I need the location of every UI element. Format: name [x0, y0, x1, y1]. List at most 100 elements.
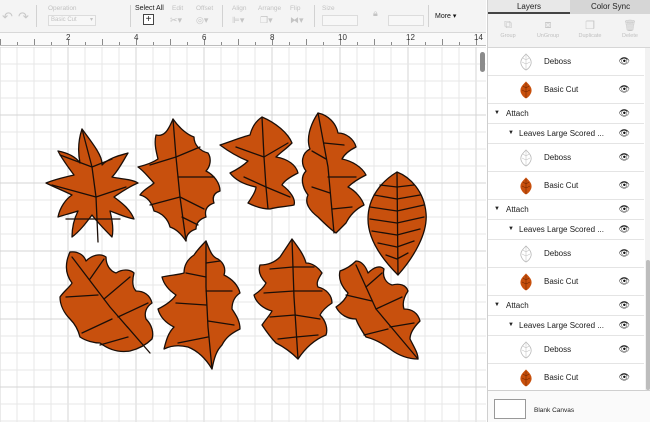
- ruler-label: 12: [406, 33, 415, 42]
- ruler-tick: [102, 39, 103, 45]
- arrange-icon[interactable]: ❐▾: [260, 15, 273, 26]
- layer-attach-row[interactable]: ▼ Attach 👁︎: [488, 104, 644, 124]
- layer-label: Deboss: [544, 57, 572, 66]
- caret-down-icon[interactable]: ▼: [494, 110, 500, 116]
- visibility-eye-icon[interactable]: 👁︎: [619, 300, 630, 311]
- layer-item-row[interactable]: Deboss 👁︎: [488, 336, 644, 364]
- visibility-eye-icon[interactable]: 👁︎: [619, 180, 630, 191]
- caret-down-icon[interactable]: ▼: [508, 130, 514, 136]
- oak-leaf-7[interactable]: [253, 238, 333, 360]
- edit-toolbar: ↶ ↷ Operation Basic Cut ▾ Select All + E…: [0, 0, 486, 33]
- ruler-tick: [391, 42, 392, 45]
- ruler-label: 14: [474, 33, 483, 42]
- leaf-cut-thumbnail: [520, 81, 532, 99]
- layer-group-row[interactable]: ▼ Leaves Large Scored ... 👁︎: [488, 316, 644, 336]
- layer-item-row[interactable]: Deboss 👁︎: [488, 48, 644, 76]
- ruler-tick: [425, 42, 426, 45]
- caret-down-icon[interactable]: ▼: [494, 206, 500, 212]
- redo-icon[interactable]: ↷: [18, 9, 29, 25]
- ungroup-label: UnGroup: [536, 33, 560, 39]
- visibility-eye-icon[interactable]: 👁︎: [619, 276, 630, 287]
- group-button[interactable]: ⧉ Group: [488, 14, 528, 48]
- layer-label: Leaves Large Scored ...: [519, 225, 604, 234]
- leaf-cut-thumbnail: [520, 273, 532, 291]
- arrange-label: Arrange: [258, 5, 282, 12]
- tab-color-sync[interactable]: Color Sync: [570, 0, 650, 14]
- visibility-eye-icon[interactable]: 👁︎: [619, 248, 630, 259]
- leaf-deboss-thumbnail: [520, 149, 532, 167]
- ruler-label: 8: [270, 33, 275, 42]
- layer-item-row[interactable]: Basic Cut 👁︎: [488, 268, 644, 296]
- tab-layers[interactable]: Layers: [488, 0, 570, 14]
- ruler-tick: [442, 39, 443, 45]
- flip-icon[interactable]: ⧓▾: [290, 15, 304, 26]
- undo-icon[interactable]: ↶: [2, 9, 13, 25]
- visibility-eye-icon[interactable]: 👁︎: [619, 108, 630, 119]
- visibility-eye-icon[interactable]: 👁︎: [619, 56, 630, 67]
- group-label: Group: [500, 33, 516, 39]
- visibility-eye-icon[interactable]: 👁︎: [619, 372, 630, 383]
- width-field[interactable]: [322, 15, 358, 26]
- offset-icon[interactable]: ◎▾: [196, 15, 208, 26]
- layer-attach-row[interactable]: ▼ Attach 👁︎: [488, 296, 644, 316]
- align-icon[interactable]: ⊫▾: [232, 15, 244, 26]
- blank-canvas-row[interactable]: Blank Canvas: [488, 390, 650, 422]
- oak-leaf-4[interactable]: [301, 112, 367, 234]
- layer-group-row[interactable]: ▼ Leaves Large Scored ... 👁︎: [488, 124, 644, 144]
- layer-item-row[interactable]: Basic Cut 👁︎: [488, 76, 644, 104]
- visibility-eye-icon[interactable]: 👁︎: [619, 152, 630, 163]
- layer-label: Deboss: [544, 153, 572, 162]
- duplicate-button[interactable]: ❐ Duplicate: [570, 14, 610, 48]
- oak-leaf-1[interactable]: [45, 128, 139, 243]
- edit-icon[interactable]: ✂▾: [170, 15, 182, 26]
- visibility-eye-icon[interactable]: 👁︎: [619, 84, 630, 95]
- design-canvas[interactable]: [0, 47, 486, 422]
- panel-scrollbar[interactable]: [646, 260, 650, 390]
- duplicate-icon: ❐: [585, 20, 595, 32]
- height-field[interactable]: [388, 15, 424, 26]
- caret-down-icon[interactable]: ▼: [508, 226, 514, 232]
- layers-panel: Layers Color Sync ⧉ Group ⧈ UnGroup ❐ Du…: [487, 0, 650, 422]
- blank-canvas-swatch[interactable]: [494, 399, 526, 419]
- oak-leaf-5[interactable]: [59, 251, 154, 354]
- canvas-scrollbar[interactable]: [480, 52, 485, 72]
- layer-item-row[interactable]: Basic Cut 👁︎: [488, 172, 644, 200]
- toolbar-divider: [130, 5, 131, 27]
- layer-label: Basic Cut: [544, 277, 579, 286]
- layer-group-row[interactable]: ▼ Leaves Large Scored ... 👁︎: [488, 220, 644, 240]
- ruler-tick: [0, 39, 1, 45]
- visibility-eye-icon[interactable]: 👁︎: [619, 344, 630, 355]
- layers-list: Deboss 👁︎ Basic Cut 👁︎ ▼ Attach 👁︎ ▼ Leaves Larg…: [488, 48, 644, 390]
- chevron-down-icon: ▾: [452, 13, 457, 20]
- caret-down-icon[interactable]: ▼: [508, 322, 514, 328]
- ruler-tick: [17, 42, 18, 45]
- layer-attach-row[interactable]: ▼ Attach 👁︎: [488, 200, 644, 220]
- oak-leaf-8[interactable]: [335, 260, 421, 360]
- ruler-tick: [289, 42, 290, 45]
- lock-icon[interactable]: 🔒︎: [373, 8, 378, 19]
- visibility-eye-icon[interactable]: 👁︎: [619, 204, 630, 215]
- visibility-eye-icon[interactable]: 👁︎: [619, 320, 630, 331]
- more-button[interactable]: More ▾: [435, 12, 456, 20]
- layer-item-row[interactable]: Deboss 👁︎: [488, 144, 644, 172]
- oak-leaf-3[interactable]: [219, 116, 299, 210]
- toolbar-divider: [428, 5, 429, 27]
- leaf-cut-thumbnail: [520, 177, 532, 195]
- select-all-button[interactable]: +: [143, 14, 154, 25]
- offset-label: Offset: [196, 5, 214, 12]
- visibility-eye-icon[interactable]: 👁︎: [619, 128, 630, 139]
- layer-item-row[interactable]: Deboss 👁︎: [488, 240, 644, 268]
- delete-button[interactable]: 🗑︎ Delete: [610, 14, 650, 48]
- ruler-tick: [323, 42, 324, 45]
- ruler-tick: [306, 39, 307, 45]
- layer-label: Leaves Large Scored ...: [519, 321, 604, 330]
- ruler-tick: [459, 42, 460, 45]
- layer-item-row[interactable]: Basic Cut 👁︎: [488, 364, 644, 390]
- oak-leaf-2[interactable]: [137, 118, 221, 242]
- caret-down-icon[interactable]: ▼: [494, 302, 500, 308]
- operation-dropdown[interactable]: Basic Cut ▾: [48, 15, 96, 26]
- ungroup-button[interactable]: ⧈ UnGroup: [528, 14, 568, 48]
- group-icon: ⧉: [504, 19, 512, 31]
- visibility-eye-icon[interactable]: 👁︎: [619, 224, 630, 235]
- elm-leaf[interactable]: [367, 171, 427, 276]
